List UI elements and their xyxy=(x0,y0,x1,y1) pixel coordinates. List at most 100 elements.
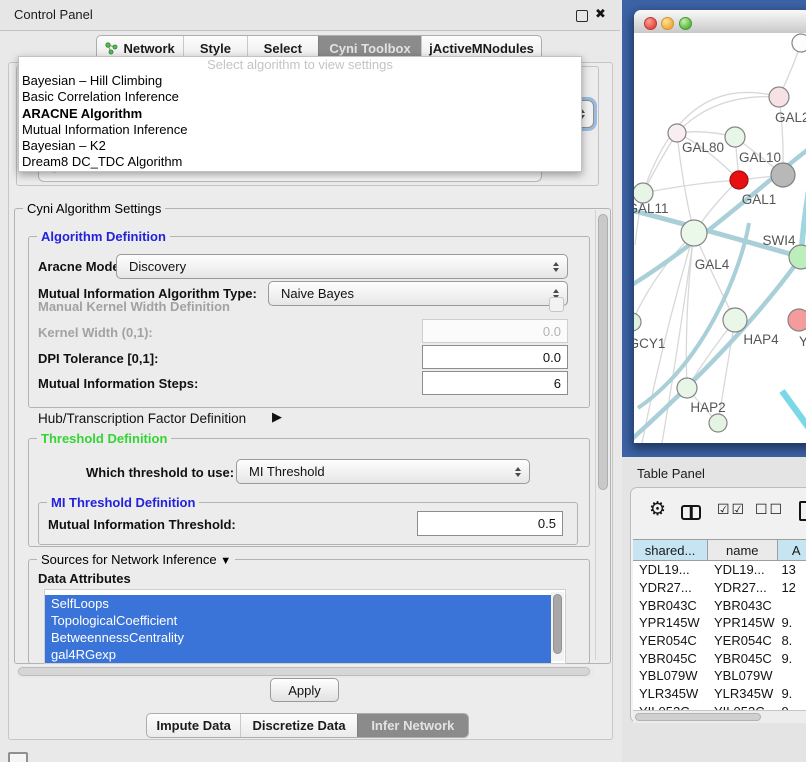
node-hap4[interactable] xyxy=(723,308,747,332)
algorithm-dropdown-popup: Select algorithm to view settings Bayesi… xyxy=(18,56,582,172)
algorithm-option[interactable]: Bayesian – Hill Climbing xyxy=(19,73,581,89)
algorithm-placeholder: Select algorithm to view settings xyxy=(19,57,581,73)
mi-steps-label: Mutual Information Steps: xyxy=(38,376,198,391)
mi-steps-input[interactable]: 6 xyxy=(422,371,568,395)
network-canvas[interactable]: GAL2 GAL80 GAL10 GAL1 GAL11 GAL4 SWI4 GC… xyxy=(634,33,806,443)
table-row[interactable]: YPR145W YPR145W 9. xyxy=(633,614,806,632)
node-y[interactable] xyxy=(788,309,806,331)
network-window-titlebar[interactable] xyxy=(634,10,806,34)
mi-threshold-group-title: MI Threshold Definition xyxy=(47,495,199,510)
kernel-width-value: 0.0 xyxy=(543,324,561,339)
tab-infer-network-label: Infer Network xyxy=(371,718,454,733)
table-hscrollbar[interactable] xyxy=(633,710,806,723)
tab-select-label: Select xyxy=(264,41,302,56)
cell: YLR345W xyxy=(633,686,708,701)
combo-arrows-icon xyxy=(515,467,521,477)
attribute-item[interactable]: SelfLoops xyxy=(45,595,551,612)
kernel-width-input[interactable]: 0.0 xyxy=(422,319,568,343)
column-header-name[interactable]: name xyxy=(708,540,777,560)
column-header-shared[interactable]: shared... xyxy=(633,540,708,560)
expand-arrow-icon[interactable]: ▶ xyxy=(272,409,282,425)
which-threshold-combobox[interactable]: MI Threshold xyxy=(236,459,530,484)
mi-threshold-value: 0.5 xyxy=(538,516,556,531)
manual-kernel-label: Manual Kernel Width Definition xyxy=(38,299,230,314)
which-threshold-label: Which threshold to use: xyxy=(86,465,234,480)
collapse-arrow-icon[interactable]: ▼ xyxy=(220,555,231,567)
aracne-mode-combobox[interactable]: Discovery xyxy=(116,254,568,279)
table-row[interactable]: YLR345W YLR345W 9. xyxy=(633,685,806,703)
attribute-item[interactable]: gal4RGexp xyxy=(45,646,551,663)
node-label: GAL2 xyxy=(775,110,806,125)
network-icon xyxy=(105,42,118,55)
table-hscrollbar-thumb[interactable] xyxy=(635,713,761,721)
network-window[interactable]: GAL2 GAL80 GAL10 GAL1 GAL11 GAL4 SWI4 GC… xyxy=(634,10,806,443)
algorithm-option[interactable]: Mutual Information Inference xyxy=(19,122,581,138)
node-gal1[interactable] xyxy=(730,171,748,189)
node-label: SWI4 xyxy=(762,233,795,248)
node-gal11[interactable] xyxy=(634,183,653,203)
table-row[interactable]: YIL052C YIL052C 9 xyxy=(633,703,806,711)
tab-infer-network[interactable]: Infer Network xyxy=(357,714,468,737)
node-labels: GAL2 GAL80 GAL10 GAL1 GAL11 GAL4 SWI4 GC… xyxy=(634,110,806,415)
cell: YPR145W xyxy=(633,615,708,630)
dpi-tolerance-input[interactable]: 0.0 xyxy=(422,345,568,369)
aracne-mode-value: Discovery xyxy=(117,259,567,274)
close-icon[interactable]: ✖ xyxy=(595,6,606,22)
apply-button[interactable]: Apply xyxy=(270,678,339,702)
window-zoom-icon[interactable] xyxy=(679,17,692,30)
checked-boxes-icon[interactable]: ☑☑ xyxy=(717,501,746,518)
table-row[interactable]: YER054C YER054C 8. xyxy=(633,632,806,650)
gear-icon[interactable]: ⚙ xyxy=(649,498,666,521)
settings-scrollbar-thumb[interactable] xyxy=(598,214,608,490)
algorithm-option-selected[interactable]: ARACNE Algorithm xyxy=(19,106,581,122)
node-unlabeled[interactable] xyxy=(792,34,806,52)
document-icon[interactable] xyxy=(799,501,806,521)
node-label: GAL80 xyxy=(682,140,724,155)
table-row[interactable]: YBR043C YBR043C xyxy=(633,596,806,614)
float-panel-icon[interactable] xyxy=(576,10,588,22)
which-threshold-value: MI Threshold xyxy=(237,464,529,479)
cell: YDR27... xyxy=(633,580,708,595)
node-hap2[interactable] xyxy=(677,378,697,398)
node-unlabeled[interactable] xyxy=(709,414,727,432)
data-attributes-label: Data Attributes xyxy=(38,571,131,586)
window-minimize-icon[interactable] xyxy=(661,17,674,30)
node-gray[interactable] xyxy=(771,163,795,187)
attributes-scrollbar[interactable] xyxy=(551,592,564,661)
mi-steps-value: 6 xyxy=(554,376,561,391)
tab-discretize-data[interactable]: Discretize Data xyxy=(240,714,356,737)
column-header-partial[interactable]: A xyxy=(778,540,806,560)
settings-hscrollbar-thumb[interactable] xyxy=(18,667,590,676)
window-close-icon[interactable] xyxy=(644,17,657,30)
node-swi4[interactable] xyxy=(789,245,806,269)
node-gal10[interactable] xyxy=(725,127,745,147)
mi-type-combobox[interactable]: Naive Bayes xyxy=(268,281,568,306)
table-panel-title: Table Panel xyxy=(637,466,705,481)
split-columns-icon[interactable] xyxy=(681,505,701,520)
panel-dock-icon[interactable] xyxy=(8,752,28,762)
attribute-item[interactable]: TopologicalCoefficient xyxy=(45,612,551,629)
settings-hscrollbar[interactable] xyxy=(16,666,594,678)
manual-kernel-checkbox[interactable] xyxy=(549,297,564,312)
node-gal4[interactable] xyxy=(681,220,707,246)
table-row[interactable]: YDR27... YDR27... 12 xyxy=(633,579,806,597)
algorithm-option[interactable]: Bayesian – K2 xyxy=(19,138,581,154)
unchecked-boxes-icon[interactable]: ☐☐ xyxy=(755,501,784,518)
data-attributes-list[interactable]: SelfLoops TopologicalCoefficient Between… xyxy=(44,589,566,664)
algorithm-option[interactable]: Basic Correlation Inference xyxy=(19,89,581,105)
attribute-item[interactable]: BetweennessCentrality xyxy=(45,629,551,646)
settings-scrollbar[interactable] xyxy=(595,210,609,660)
mi-threshold-input[interactable]: 0.5 xyxy=(417,511,563,536)
hub-definition-label[interactable]: Hub/Transcription Factor Definition xyxy=(38,411,246,426)
table-row[interactable]: YBL079W YBL079W xyxy=(633,667,806,685)
algorithm-option[interactable]: Dream8 DC_TDC Algorithm xyxy=(19,154,581,170)
table-row[interactable]: YDL19... YDL19... 13 xyxy=(633,561,806,579)
sources-title-text: Sources for Network Inference xyxy=(41,552,217,567)
combo-arrows-icon xyxy=(553,262,559,272)
attributes-scrollbar-thumb[interactable] xyxy=(553,594,562,654)
node-gal2[interactable] xyxy=(769,87,789,107)
kernel-width-label: Kernel Width (0,1): xyxy=(38,325,153,340)
tab-impute-data[interactable]: Impute Data xyxy=(147,714,240,737)
table-row[interactable]: YBR045C YBR045C 9. xyxy=(633,649,806,667)
node-gcy1[interactable] xyxy=(634,313,641,331)
